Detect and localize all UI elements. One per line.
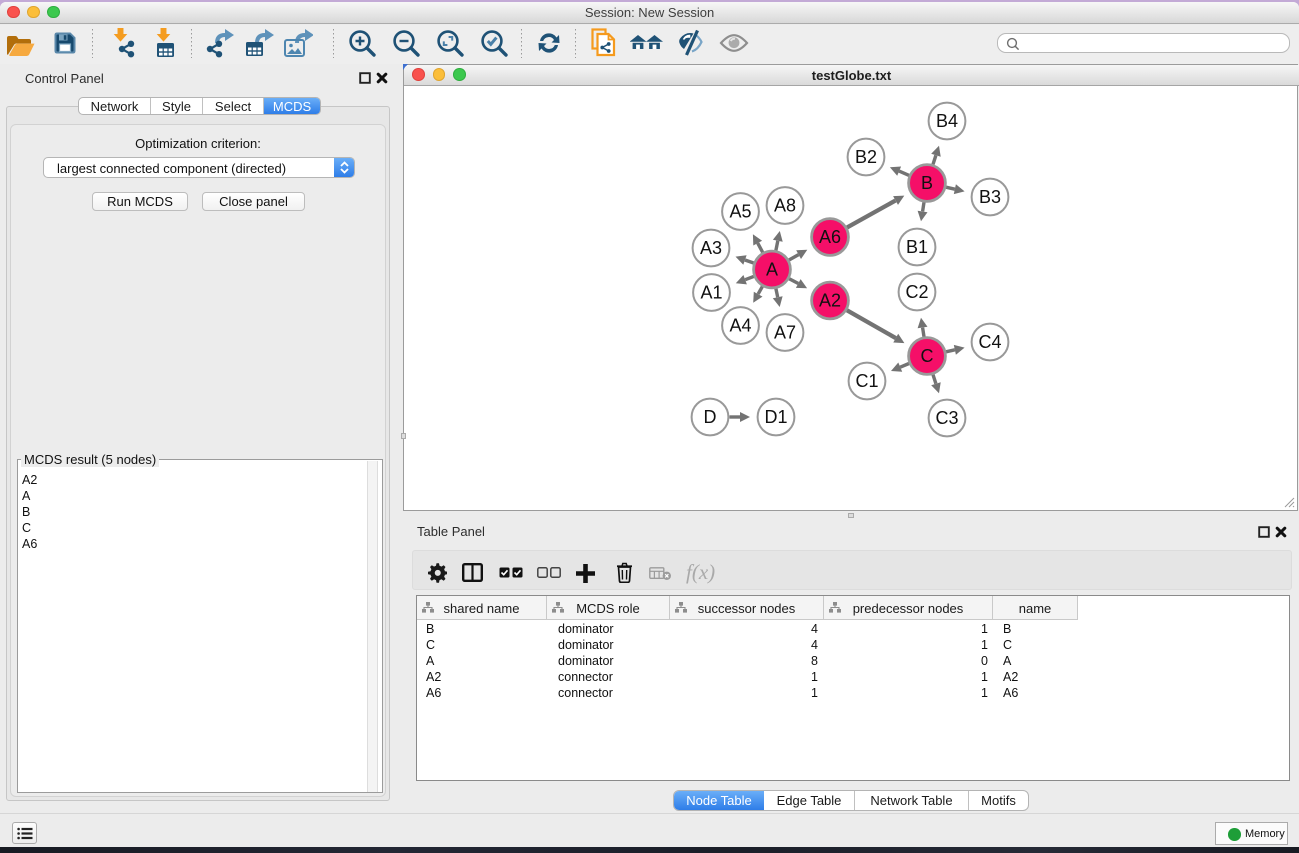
svg-text:A6: A6 <box>819 227 841 247</box>
svg-text:C: C <box>921 346 934 366</box>
svg-text:D1: D1 <box>764 407 787 427</box>
svg-text:C3: C3 <box>935 408 958 428</box>
svg-text:A1: A1 <box>700 283 722 303</box>
svg-text:B: B <box>921 173 933 193</box>
svg-text:C1: C1 <box>855 371 878 391</box>
svg-text:B3: B3 <box>979 187 1001 207</box>
svg-text:B2: B2 <box>855 147 877 167</box>
svg-text:A5: A5 <box>729 202 751 222</box>
svg-text:A2: A2 <box>819 291 841 311</box>
svg-text:A7: A7 <box>774 323 796 343</box>
svg-text:B1: B1 <box>906 237 928 257</box>
svg-text:B4: B4 <box>936 111 958 131</box>
svg-text:A: A <box>766 260 778 280</box>
svg-text:A8: A8 <box>774 196 796 216</box>
svg-text:C4: C4 <box>978 332 1001 352</box>
svg-text:A4: A4 <box>729 316 751 336</box>
svg-text:A3: A3 <box>700 238 722 258</box>
svg-text:C2: C2 <box>905 282 928 302</box>
svg-text:D: D <box>704 407 717 427</box>
